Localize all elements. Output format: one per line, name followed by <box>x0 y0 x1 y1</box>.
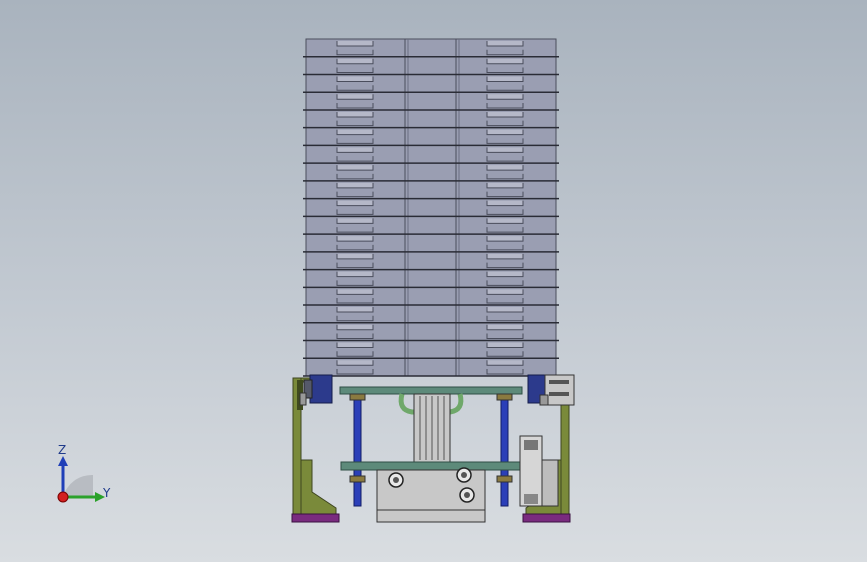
x-axis-origin-icon <box>57 491 69 503</box>
tray-handle[interactable] <box>336 307 374 313</box>
right-base-pad <box>522 513 571 523</box>
left-motor-tab <box>299 392 307 406</box>
rod-bushing-left <box>349 393 366 401</box>
tray-handle[interactable] <box>336 147 374 153</box>
z-axis-head-icon <box>58 456 68 466</box>
assembly-model[interactable] <box>0 0 867 562</box>
tray-handle[interactable] <box>486 147 524 153</box>
tray-handle[interactable] <box>486 76 524 82</box>
tray-stack[interactable] <box>303 38 559 377</box>
tray-handle[interactable] <box>336 165 374 171</box>
tray-handle[interactable] <box>486 360 524 366</box>
triad-arc <box>63 474 93 497</box>
rod-bushing-right <box>496 393 513 401</box>
tray-handle[interactable] <box>336 182 374 189</box>
tray-handle[interactable] <box>486 58 524 65</box>
tray-handle[interactable] <box>336 324 374 331</box>
rod-collar-left <box>349 475 366 483</box>
tray-handle[interactable] <box>486 200 524 207</box>
tray-handle[interactable] <box>336 289 374 295</box>
tray-handle[interactable] <box>336 236 374 242</box>
drive-motor-top <box>524 440 538 450</box>
guide-rod-left <box>353 397 362 507</box>
guide-rod-right <box>500 397 509 507</box>
tray-handle[interactable] <box>486 94 524 100</box>
gearbox-bolt-right-core <box>461 472 467 478</box>
tray-handle[interactable] <box>486 324 524 331</box>
gearbox-bolt-left-core <box>393 477 399 483</box>
tray-handle[interactable] <box>486 271 524 278</box>
tray-handle[interactable] <box>336 200 374 207</box>
left-motor[interactable] <box>299 374 333 406</box>
cad-viewport[interactable]: Z Y <box>0 0 867 562</box>
drive-motor-bottom <box>524 494 538 504</box>
tray-handle[interactable] <box>336 58 374 65</box>
tray-handle[interactable] <box>336 360 374 366</box>
z-axis-label: Z <box>58 443 67 457</box>
tray-handle[interactable] <box>486 218 524 224</box>
right-motor-tab <box>539 394 549 406</box>
tray-handle[interactable] <box>486 41 524 47</box>
sensor-slot-2 <box>549 392 569 396</box>
tray-handle[interactable] <box>336 253 374 260</box>
tray-handle[interactable] <box>336 129 374 136</box>
left-base-pad <box>291 513 340 523</box>
coordinate-triad <box>57 456 105 503</box>
tray-handle[interactable] <box>336 111 374 118</box>
gearbox-housing[interactable] <box>376 467 486 523</box>
lower-mount-plate[interactable] <box>340 461 522 471</box>
sensor-bracket <box>544 374 575 406</box>
tray-handle[interactable] <box>486 111 524 118</box>
lift-cylinder[interactable] <box>413 393 451 463</box>
tray-handle[interactable] <box>486 253 524 260</box>
tray-handle[interactable] <box>336 76 374 82</box>
tray-handle[interactable] <box>486 236 524 242</box>
rod-collar-right <box>496 475 513 483</box>
y-axis-label: Y <box>103 486 111 500</box>
tray-handle[interactable] <box>336 218 374 224</box>
gearbox-bolt-lower-core <box>464 492 470 498</box>
tray-handle[interactable] <box>486 182 524 189</box>
tray-handle[interactable] <box>486 165 524 171</box>
tray-handle[interactable] <box>336 342 374 349</box>
left-motor-body <box>309 374 333 404</box>
drive-motor[interactable] <box>519 435 559 507</box>
right-motor[interactable] <box>527 374 575 406</box>
top-mount-plate[interactable] <box>339 386 523 395</box>
drive-motor-mount <box>541 459 559 507</box>
tray-handle[interactable] <box>486 129 524 136</box>
tray-handle[interactable] <box>486 289 524 295</box>
tray-handle[interactable] <box>486 342 524 349</box>
tray-handle[interactable] <box>336 94 374 100</box>
tray-handle[interactable] <box>486 307 524 313</box>
sensor-slot-1 <box>549 380 569 384</box>
tray-handle[interactable] <box>336 41 374 47</box>
tray-handle[interactable] <box>336 271 374 278</box>
left-foot-gusset <box>300 459 337 517</box>
